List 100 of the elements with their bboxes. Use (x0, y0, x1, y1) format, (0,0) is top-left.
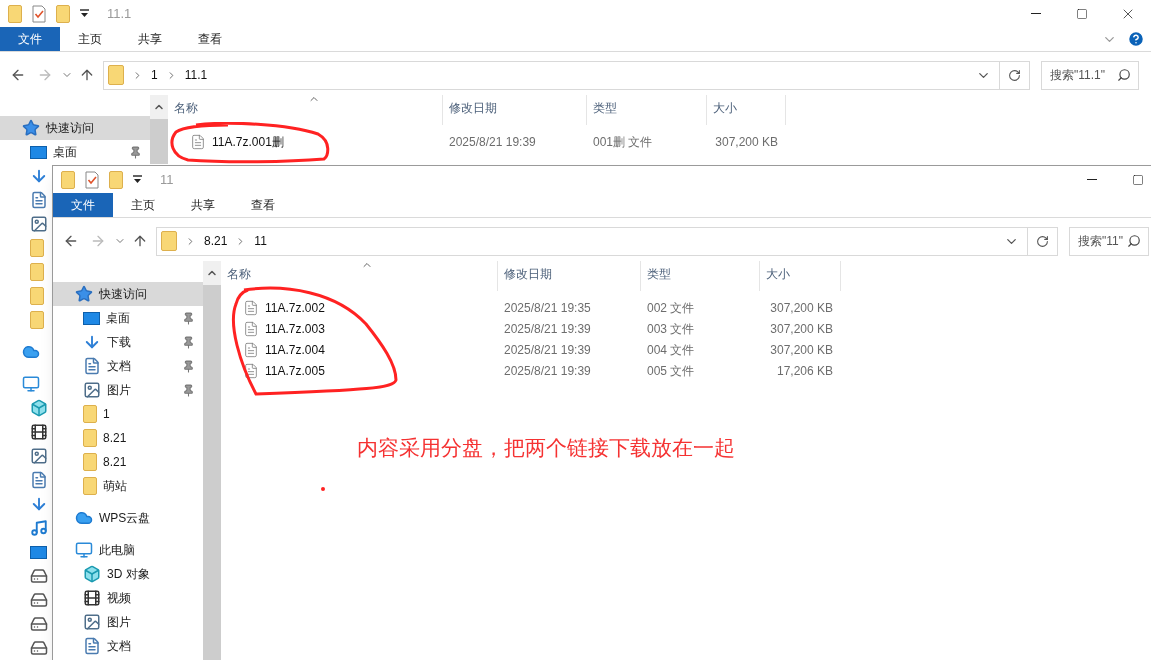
file-name[interactable]: 11A.7z.005 (265, 361, 325, 380)
checklist-icon[interactable] (85, 170, 99, 189)
picture-icon (83, 381, 101, 399)
breadcrumb-item[interactable]: 11 (254, 232, 267, 250)
checklist-icon[interactable] (32, 4, 46, 23)
nav-item[interactable]: 文档 (53, 354, 203, 378)
table-cell-text: 2025/8/21 19:39 (448, 133, 537, 151)
file-name[interactable]: 11A.7z.004 (265, 340, 325, 359)
column-header[interactable]: 名称 (221, 261, 498, 291)
nav-item[interactable]: 桌面 (53, 306, 203, 330)
star-icon (75, 285, 93, 303)
document-icon (83, 357, 101, 375)
folder-icon (30, 311, 44, 329)
breadcrumb-item[interactable]: 8.21 (204, 232, 228, 250)
nav-item[interactable]: 3D 对象 (53, 562, 203, 586)
column-header[interactable]: 大小 (760, 261, 841, 291)
nav-item[interactable]: 此电脑 (53, 538, 203, 562)
table-cell-text: 2025/8/21 19:39 (503, 320, 592, 338)
refresh-button[interactable] (1028, 226, 1058, 256)
nav-item[interactable]: 桌面 (0, 140, 150, 164)
folder-icon (8, 4, 22, 23)
ribbon-tab[interactable]: 主页 (60, 27, 120, 51)
file-name[interactable]: 11A.7z.003 (265, 319, 325, 338)
folder-icon (83, 405, 97, 423)
caret-icon[interactable] (133, 175, 142, 184)
breadcrumb-item[interactable]: 11.1 (184, 66, 208, 84)
file-icon (243, 299, 259, 316)
film-icon (30, 423, 48, 441)
nav-item[interactable]: 视频 (53, 586, 203, 610)
picture-icon (30, 447, 48, 465)
nav-item[interactable]: 8.21 (53, 450, 203, 474)
scrollbar[interactable] (150, 95, 168, 164)
column-header[interactable]: 类型 (587, 95, 707, 125)
refresh-icon (1008, 68, 1021, 82)
folder-icon (30, 239, 44, 257)
nav-item[interactable]: 图片 (53, 610, 203, 634)
file-name[interactable]: 11A.7z.001删 (212, 132, 284, 151)
folder-icon (83, 477, 97, 495)
ribbon-tab[interactable]: 共享 (120, 27, 180, 51)
cloud-icon (22, 343, 40, 361)
ribbon-tab[interactable]: 查看 (180, 27, 240, 51)
file-name[interactable]: 11A.7z.002 (265, 298, 325, 317)
table-cell-text: 307,200 KB (769, 299, 834, 317)
nav-item[interactable]: 快速访问 (53, 282, 203, 306)
table-cell-text: 004 文件 (646, 341, 696, 359)
column-header[interactable]: 名称 (168, 95, 443, 125)
address-bar[interactable]: 8.21 11 (156, 226, 1028, 256)
nav-item[interactable]: WPS云盘 (53, 506, 203, 530)
column-header[interactable]: 大小 (707, 95, 786, 125)
drive-icon (30, 615, 48, 633)
window-title: 11 (160, 170, 174, 189)
column-header[interactable]: 修改日期 (498, 261, 641, 291)
drive-icon (30, 567, 48, 585)
file-icon (243, 341, 259, 358)
nav-item[interactable]: 快速访问 (0, 116, 150, 140)
folder-icon (109, 170, 123, 189)
ribbon-tab[interactable]: 文件 (0, 27, 60, 51)
monitor-icon (83, 311, 100, 325)
ribbon-tab[interactable]: 共享 (173, 193, 233, 217)
monitor-icon (75, 541, 93, 559)
table-cell-text: 002 文件 (646, 299, 696, 317)
drive-icon (30, 639, 48, 657)
folder-icon (30, 263, 44, 281)
file-icon (243, 320, 259, 337)
column-header[interactable]: 修改日期 (443, 95, 587, 125)
window-title: 11.1 (107, 4, 132, 23)
nav-item[interactable]: 图片 (53, 378, 203, 402)
monitor-icon (30, 145, 47, 159)
table-cell-text: 307,200 KB (769, 320, 834, 338)
folder-icon (161, 231, 177, 251)
column-header[interactable]: 类型 (641, 261, 760, 291)
folder-icon (108, 65, 124, 85)
refresh-button[interactable] (1000, 60, 1030, 90)
nav-item[interactable]: 8.21 (53, 426, 203, 450)
address-bar[interactable]: 1 11.1 (103, 60, 1000, 90)
scrollbar[interactable] (203, 261, 221, 660)
nav-item[interactable]: 文档 (53, 634, 203, 658)
breadcrumb-item[interactable]: 1 (151, 66, 158, 84)
ink-dot (321, 487, 325, 491)
search-field[interactable]: 搜索"11.1" (1041, 60, 1139, 90)
nav-item[interactable]: 下载 (53, 330, 203, 354)
ribbon-tab[interactable]: 主页 (113, 193, 173, 217)
nav-item[interactable]: 1 (53, 402, 203, 426)
folder-icon (56, 4, 70, 23)
document-icon (30, 191, 48, 209)
ribbon-tab[interactable]: 文件 (53, 193, 113, 217)
help-icon[interactable] (1127, 30, 1145, 48)
search-icon (1117, 67, 1131, 82)
search-field[interactable]: 搜索"11" (1069, 226, 1149, 256)
maximize-icon (1076, 7, 1088, 20)
back-arrow-icon[interactable] (63, 233, 79, 249)
table-cell-text: 003 文件 (646, 320, 696, 338)
annotation-text: 内容采用分盘，把两个链接下载放在一起 (357, 435, 735, 461)
document-icon (30, 471, 48, 489)
caret-icon[interactable] (80, 9, 89, 18)
ribbon-tab[interactable]: 查看 (233, 193, 293, 217)
nav-item[interactable]: 萌站 (53, 474, 203, 498)
table-cell-text: 2025/8/21 19:39 (503, 362, 592, 380)
cube-icon (83, 565, 101, 583)
file-icon (190, 133, 206, 150)
